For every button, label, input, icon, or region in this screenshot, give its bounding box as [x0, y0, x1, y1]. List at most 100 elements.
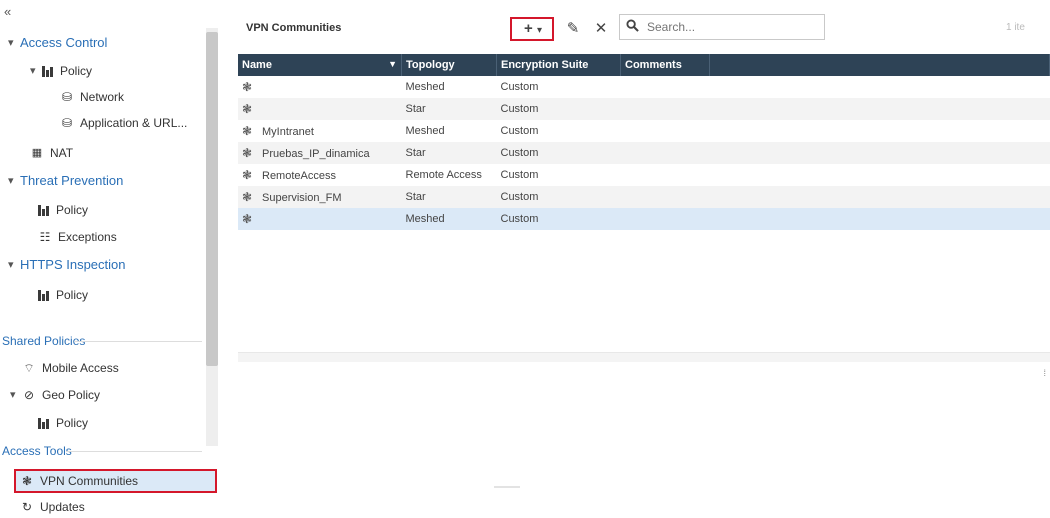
cell-topology: Meshed [401, 208, 497, 230]
nav-geo-policy[interactable]: ▾ ⊘ Geo Policy [10, 384, 100, 406]
collapse-toggle-icon[interactable]: ▾ [8, 170, 18, 192]
cell-topology: Star [401, 98, 497, 120]
page-title: VPN Communities [246, 22, 342, 34]
edit-button[interactable]: ✎ [563, 18, 583, 40]
nav-access-control-label: Access Control [20, 35, 108, 50]
nav-access-control[interactable]: ▾ Access Control [8, 32, 107, 54]
nav-threat-prevention[interactable]: ▾ Threat Prevention [8, 170, 123, 192]
cell-name: RemoteAccess [262, 170, 336, 182]
cell-comments [621, 120, 710, 142]
search-icon [626, 19, 639, 35]
column-header-comments[interactable]: Comments [620, 54, 710, 76]
chevron-down-icon: ▾ [536, 25, 542, 36]
cell-encryption: Custom [496, 142, 621, 164]
nav-network[interactable]: ⛁ Network [60, 86, 124, 108]
nav-updates[interactable]: ↻ Updates [20, 496, 85, 518]
cell-name: Pruebas_IP_dinamica [262, 148, 370, 160]
nav-threat-policy[interactable]: Policy [38, 199, 88, 221]
cell-name: MyIntranet [262, 126, 314, 138]
nav-application-url[interactable]: ⛁ Application & URL... [60, 112, 187, 134]
nav-label: Policy [56, 416, 89, 430]
section-divider [66, 451, 202, 452]
section-divider [74, 341, 202, 342]
nav-https-policy[interactable]: Policy [38, 284, 88, 306]
wifi-icon: ⌔ [23, 361, 35, 375]
nav-access-control-policy[interactable]: ▾ Policy [30, 60, 92, 82]
nav-label: Mobile Access [42, 361, 119, 375]
nav-label: NAT [50, 146, 74, 160]
block-circle-icon: ⊘ [23, 388, 35, 402]
table-row[interactable]: ❃ Pruebas_IP_dinamica Star Custom [238, 142, 1050, 164]
table-row[interactable]: ❃ Meshed Custom [238, 76, 1050, 98]
table-row[interactable]: ❃ Supervision_FM Star Custom [238, 186, 1050, 208]
cell-comments [620, 208, 710, 230]
nav-threat-prevention-label: Threat Prevention [20, 173, 124, 188]
nav-label: VPN Communities [40, 474, 139, 488]
vpn-community-icon: ❃ [242, 80, 253, 94]
nav-label: Updates [40, 500, 85, 514]
cell-encryption: Custom [500, 81, 539, 93]
cell-encryption: Custom [500, 125, 539, 137]
table-row[interactable]: ❃ Star Custom [238, 98, 1050, 120]
nav-geo-sub-policy[interactable]: Policy [38, 412, 88, 434]
cell-comments [620, 98, 710, 120]
sidebar-scrollbar-thumb[interactable] [206, 32, 218, 366]
exceptions-icon: ☷ [39, 230, 51, 244]
search-input[interactable] [645, 19, 809, 35]
cell-topology: Remote Access [405, 169, 482, 181]
add-button[interactable]: + ▾ [515, 18, 551, 40]
column-label: Topology [406, 59, 455, 71]
collapse-toggle-icon[interactable]: ▾ [10, 384, 20, 406]
table-row[interactable]: ❃ RemoteAccess Remote Access Custom [238, 164, 1050, 186]
nav-label: Application & URL... [80, 116, 188, 130]
sort-desc-icon: ▼ [388, 59, 397, 69]
vpn-community-icon: ❃ [242, 124, 253, 138]
cell-comments [621, 76, 710, 98]
navigation-sidebar: « ▾ Access Control ▾ Policy ⛁ Network ⛁ … [0, 0, 222, 518]
nav-label: Network [80, 90, 125, 104]
search-box[interactable] [619, 14, 825, 40]
table-row-selected[interactable]: ❃ Meshed Custom [238, 208, 1050, 230]
side-handle-icon[interactable]: ⁞ [1043, 368, 1046, 378]
edit-icon: ✎ [566, 20, 580, 37]
cell-encryption: Custom [496, 186, 621, 208]
vpn-communities-table: Name ▼ Topology Encryption Suite Comment… [238, 54, 1050, 230]
cell-encryption: Custom [500, 169, 539, 181]
section-label: Shared Policies [2, 334, 86, 348]
bottom-drag-handle[interactable] [494, 486, 520, 488]
collapse-sidebar-icon[interactable]: « [4, 4, 11, 19]
nav-label: Policy [60, 64, 93, 78]
policy-icon [42, 65, 54, 77]
nav-label: Policy [56, 288, 89, 302]
nav-label: Exceptions [58, 230, 117, 244]
cell-name: Supervision_FM [262, 192, 342, 204]
policy-icon [38, 204, 50, 216]
layer-icon: ⛁ [61, 90, 73, 104]
cell-comments [620, 142, 710, 164]
collapse-toggle-icon[interactable]: ▾ [8, 32, 18, 54]
section-label: Access Tools [2, 444, 72, 458]
nav-nat[interactable]: ▦ NAT [30, 142, 73, 164]
column-label: Encryption Suite [501, 59, 589, 71]
column-header-name[interactable]: Name ▼ [238, 54, 402, 76]
nav-label: Policy [56, 203, 89, 217]
nav-mobile-access[interactable]: ⌔ Mobile Access [22, 357, 119, 379]
plus-icon: + [524, 20, 533, 37]
nav-exceptions[interactable]: ☷ Exceptions [38, 226, 117, 248]
collapse-toggle-icon[interactable]: ▾ [8, 254, 18, 276]
layer-icon: ⛁ [61, 116, 73, 130]
delete-button[interactable]: ✕ [591, 18, 611, 40]
table-row[interactable]: ❃ MyIntranet Meshed Custom [238, 120, 1050, 142]
cell-comments [620, 186, 710, 208]
vpn-community-icon: ❃ [242, 146, 253, 160]
column-header-topology[interactable]: Topology [401, 54, 497, 76]
cell-topology: Star [401, 186, 497, 208]
nav-vpn-communities[interactable]: ❃ VPN Communities [20, 470, 138, 492]
column-header-encryption-suite[interactable]: Encryption Suite [496, 54, 621, 76]
collapse-toggle-icon[interactable]: ▾ [30, 60, 40, 82]
table-header-row: Name ▼ Topology Encryption Suite Comment… [238, 54, 1050, 76]
vpn-community-icon: ❃ [242, 212, 253, 226]
cell-encryption: Custom [496, 98, 621, 120]
vpn-community-icon: ❃ [21, 474, 33, 488]
nav-https-inspection[interactable]: ▾ HTTPS Inspection [8, 254, 126, 276]
